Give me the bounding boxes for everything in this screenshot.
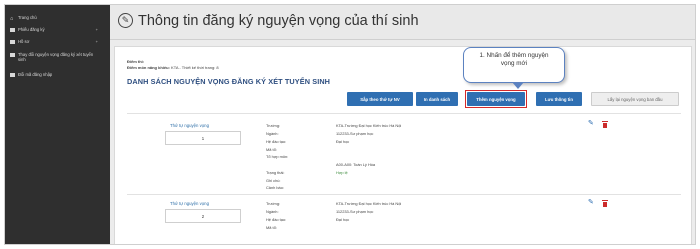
sidebar-item-home[interactable]: Trang chủ <box>4 15 110 20</box>
save-button[interactable]: Lưu thông tin <box>536 92 582 106</box>
order-label: Thứ tự nguyện vọng <box>170 123 209 128</box>
sidebar-item-label: Hồ sơ <box>18 39 30 44</box>
status-badge: Hợp lệ <box>336 170 348 175</box>
delete-icon[interactable] <box>602 200 608 207</box>
page-title: Thông tin đăng ký nguyện vọng của thí si… <box>138 13 419 29</box>
sidebar-item-profile[interactable]: Hồ sơ + <box>4 39 110 44</box>
field-name-major: Ngành: <box>266 209 279 214</box>
edit-icon[interactable]: ✎ <box>588 199 594 206</box>
field-value-school: KTA-Trường Đại học Kiến trúc Hà Nội <box>336 123 402 128</box>
field-name-subject-combo: Tổ hợp môn: <box>266 154 289 159</box>
field-value-major: 112233-Sư phạm học <box>336 131 374 136</box>
print-list-button[interactable]: In danh sách <box>416 92 458 106</box>
callout-line-1: 1. Nhấn để thêm nguyện <box>479 52 549 59</box>
field-name-school: Trường: <box>266 123 281 128</box>
field-value-subject-combo: A00-A00: Toán Lý Hóa <box>336 162 376 167</box>
aptitude-score-value: KTA - Thiết kế thời trang: 8 <box>171 65 219 70</box>
sidebar-item-label: Thay đổi nguyện vọng đăng ký xét tuyển s… <box>18 52 94 62</box>
document-icon <box>10 27 15 32</box>
field-name-note: Ghi chú: <box>266 178 281 183</box>
edit-icon[interactable]: ✎ <box>588 120 594 127</box>
field-name-group-code: Mã tổ: <box>266 225 277 230</box>
sidebar-item-label: Trang chủ <box>18 15 37 20</box>
sidebar-item-registration[interactable]: Phiếu đăng ký + <box>4 27 110 32</box>
sidebar-item-label: Đổi mã đăng nhập <box>18 72 53 77</box>
sidebar: Trang chủ Phiếu đăng ký + Hồ sơ + Thay đ… <box>4 4 110 245</box>
field-value-training: Đại học <box>336 217 350 222</box>
list-icon <box>10 52 15 57</box>
field-name-school: Trường: <box>266 201 281 206</box>
order-input[interactable]: 1 <box>165 131 241 145</box>
page-header: ✎ Thông tin đăng ký nguyện vọng của thí … <box>110 4 696 40</box>
field-name-major: Ngành: <box>266 131 279 136</box>
field-name-training: Hệ đào tạo: <box>266 217 287 222</box>
trash-can <box>603 122 607 128</box>
sidebar-item-change-password[interactable]: Đổi mã đăng nhập <box>4 72 110 77</box>
expand-icon[interactable]: + <box>96 39 98 44</box>
field-name-group-code: Mã tổ: <box>266 147 277 152</box>
edit-circle-icon: ✎ <box>118 13 133 28</box>
field-name-status: Trạng thái: <box>266 170 285 175</box>
field-value-major: 112233-Sư phạm học <box>336 209 374 214</box>
sidebar-item-change-wishes[interactable]: Thay đổi nguyện vọng đăng ký xét tuyển s… <box>4 52 110 62</box>
folder-icon <box>10 39 15 44</box>
add-wish-button[interactable]: Thêm nguyện vọng <box>467 92 525 106</box>
aptitude-score-label: Điểm môn năng khiếu: <box>127 65 170 70</box>
exam-score-label: Điểm thi: <box>127 59 145 64</box>
key-icon <box>10 72 15 77</box>
reset-wishes-button[interactable]: Lấy lại nguyện vọng ban đầu <box>591 92 679 106</box>
main-content: Điểm thi: Điểm môn năng khiếu: KTA - Thi… <box>110 40 696 245</box>
wishes-panel: Điểm thi: Điểm môn năng khiếu: KTA - Thi… <box>114 46 692 245</box>
callout-line-2: vọng mới <box>500 60 528 67</box>
expand-icon[interactable]: + <box>96 27 98 32</box>
trash-can <box>603 201 607 207</box>
field-value-training: Đại học <box>336 139 350 144</box>
callout-pointer <box>512 82 524 89</box>
divider <box>127 113 681 114</box>
order-label: Thứ tự nguyện vọng <box>170 201 209 206</box>
sort-button[interactable]: Sắp theo thứ tự NV <box>347 92 413 106</box>
field-name-training: Hệ đào tạo: <box>266 139 287 144</box>
field-value-school: KTA-Trường Đại học Kiến trúc Hà Nội <box>336 201 402 206</box>
order-input[interactable]: 2 <box>165 209 241 223</box>
delete-icon[interactable] <box>602 121 608 128</box>
field-name-warning: Cảnh báo: <box>266 185 284 190</box>
instruction-callout: 1. Nhấn để thêm nguyện vọng mới <box>463 47 565 89</box>
aptitude-score: Điểm môn năng khiếu: KTA - Thiết kế thời… <box>127 65 219 70</box>
home-icon <box>10 16 15 20</box>
list-title: DANH SÁCH NGUYỆN VỌNG ĐĂNG KÝ XÉT TUYỂN … <box>127 77 331 86</box>
divider <box>127 194 681 195</box>
sidebar-item-label: Phiếu đăng ký <box>18 27 45 32</box>
